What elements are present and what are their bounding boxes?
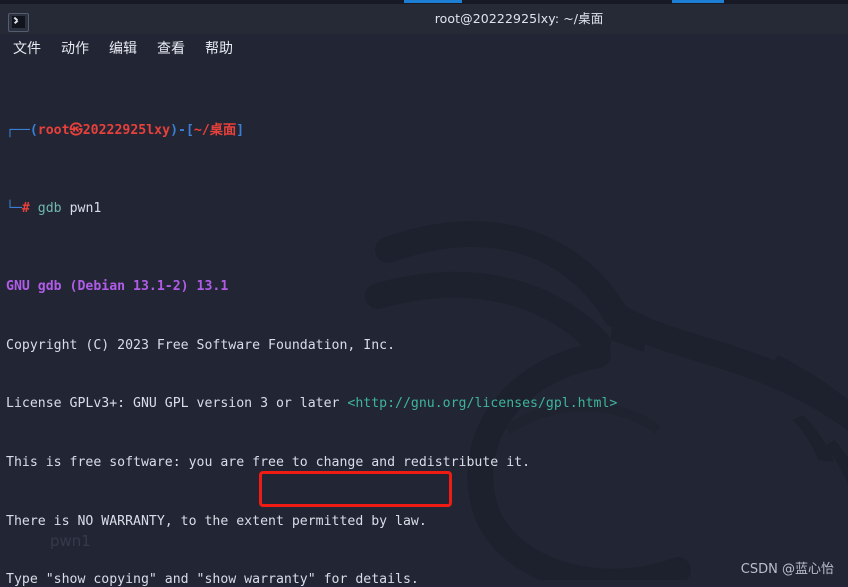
prompt-branch-bottom: └─	[6, 200, 22, 216]
terminal-output[interactable]: ┌──(root㉿20222925lxy)-[~/桌面] └─# gdb pwn…	[0, 61, 848, 587]
window-title: root@20222925lxy: ~/桌面	[434, 11, 604, 26]
gnu-version-text: GNU gdb (Debian 13.1-2) 13.1	[6, 279, 229, 295]
tab-accent-left	[404, 0, 462, 3]
menu-item-file[interactable]: 文件	[11, 37, 43, 59]
window-top-strip	[0, 0, 848, 4]
menubar: 文件 动作 编辑 查看 帮助	[0, 34, 848, 61]
line-license: License GPLv3+: GNU GPL version 3 or lat…	[6, 394, 842, 414]
command-arg: pwn1	[69, 200, 102, 216]
prompt-branch-top: ┌──(	[6, 122, 38, 138]
menu-item-help[interactable]: 帮助	[203, 37, 235, 59]
license-url[interactable]: <http://gnu.org/licenses/gpl.html>	[347, 396, 617, 411]
line-show-copying: Type "show copying" and "show warranty" …	[6, 572, 419, 587]
prompt-line-top: ┌──(root㉿20222925lxy)-[~/桌面]	[6, 121, 842, 141]
prompt-paren-close: )-[	[170, 122, 194, 138]
line-copyright: Copyright (C) 2023 Free Software Foundat…	[6, 337, 396, 353]
line-gnu-version: GNU gdb (Debian 13.1-2) 13.1	[6, 277, 842, 297]
line-free-software: This is free software: you are free to c…	[6, 454, 531, 470]
prompt-at-icon: ㉿	[69, 122, 83, 138]
prompt-host: 20222925lxy	[82, 122, 171, 138]
prompt-bracket-close: ]	[236, 122, 245, 138]
prompt-user: root	[37, 122, 70, 138]
line-no-warranty: There is NO WARRANTY, to the extent perm…	[6, 513, 427, 529]
command-name: gdb	[37, 200, 62, 216]
menu-item-action[interactable]: 动作	[59, 37, 91, 59]
tab-accent-right	[672, 0, 724, 3]
csdn-watermark: CSDN @蓝心怡	[740, 562, 834, 577]
window-titlebar[interactable]: root@20222925lxy: ~/桌面	[0, 4, 848, 34]
prompt-path: ~/桌面	[193, 122, 237, 138]
prompt-hash: #	[21, 200, 30, 216]
prompt-line-command: └─# gdb pwn1	[6, 199, 842, 219]
license-text: License GPLv3+: GNU GPL version 3 or lat…	[6, 396, 348, 412]
terminal-window: root@20222925lxy: ~/桌面 文件 动作 编辑 查看 帮助 pw…	[0, 0, 848, 587]
menu-item-view[interactable]: 查看	[155, 37, 187, 59]
menu-item-edit[interactable]: 编辑	[107, 37, 139, 59]
